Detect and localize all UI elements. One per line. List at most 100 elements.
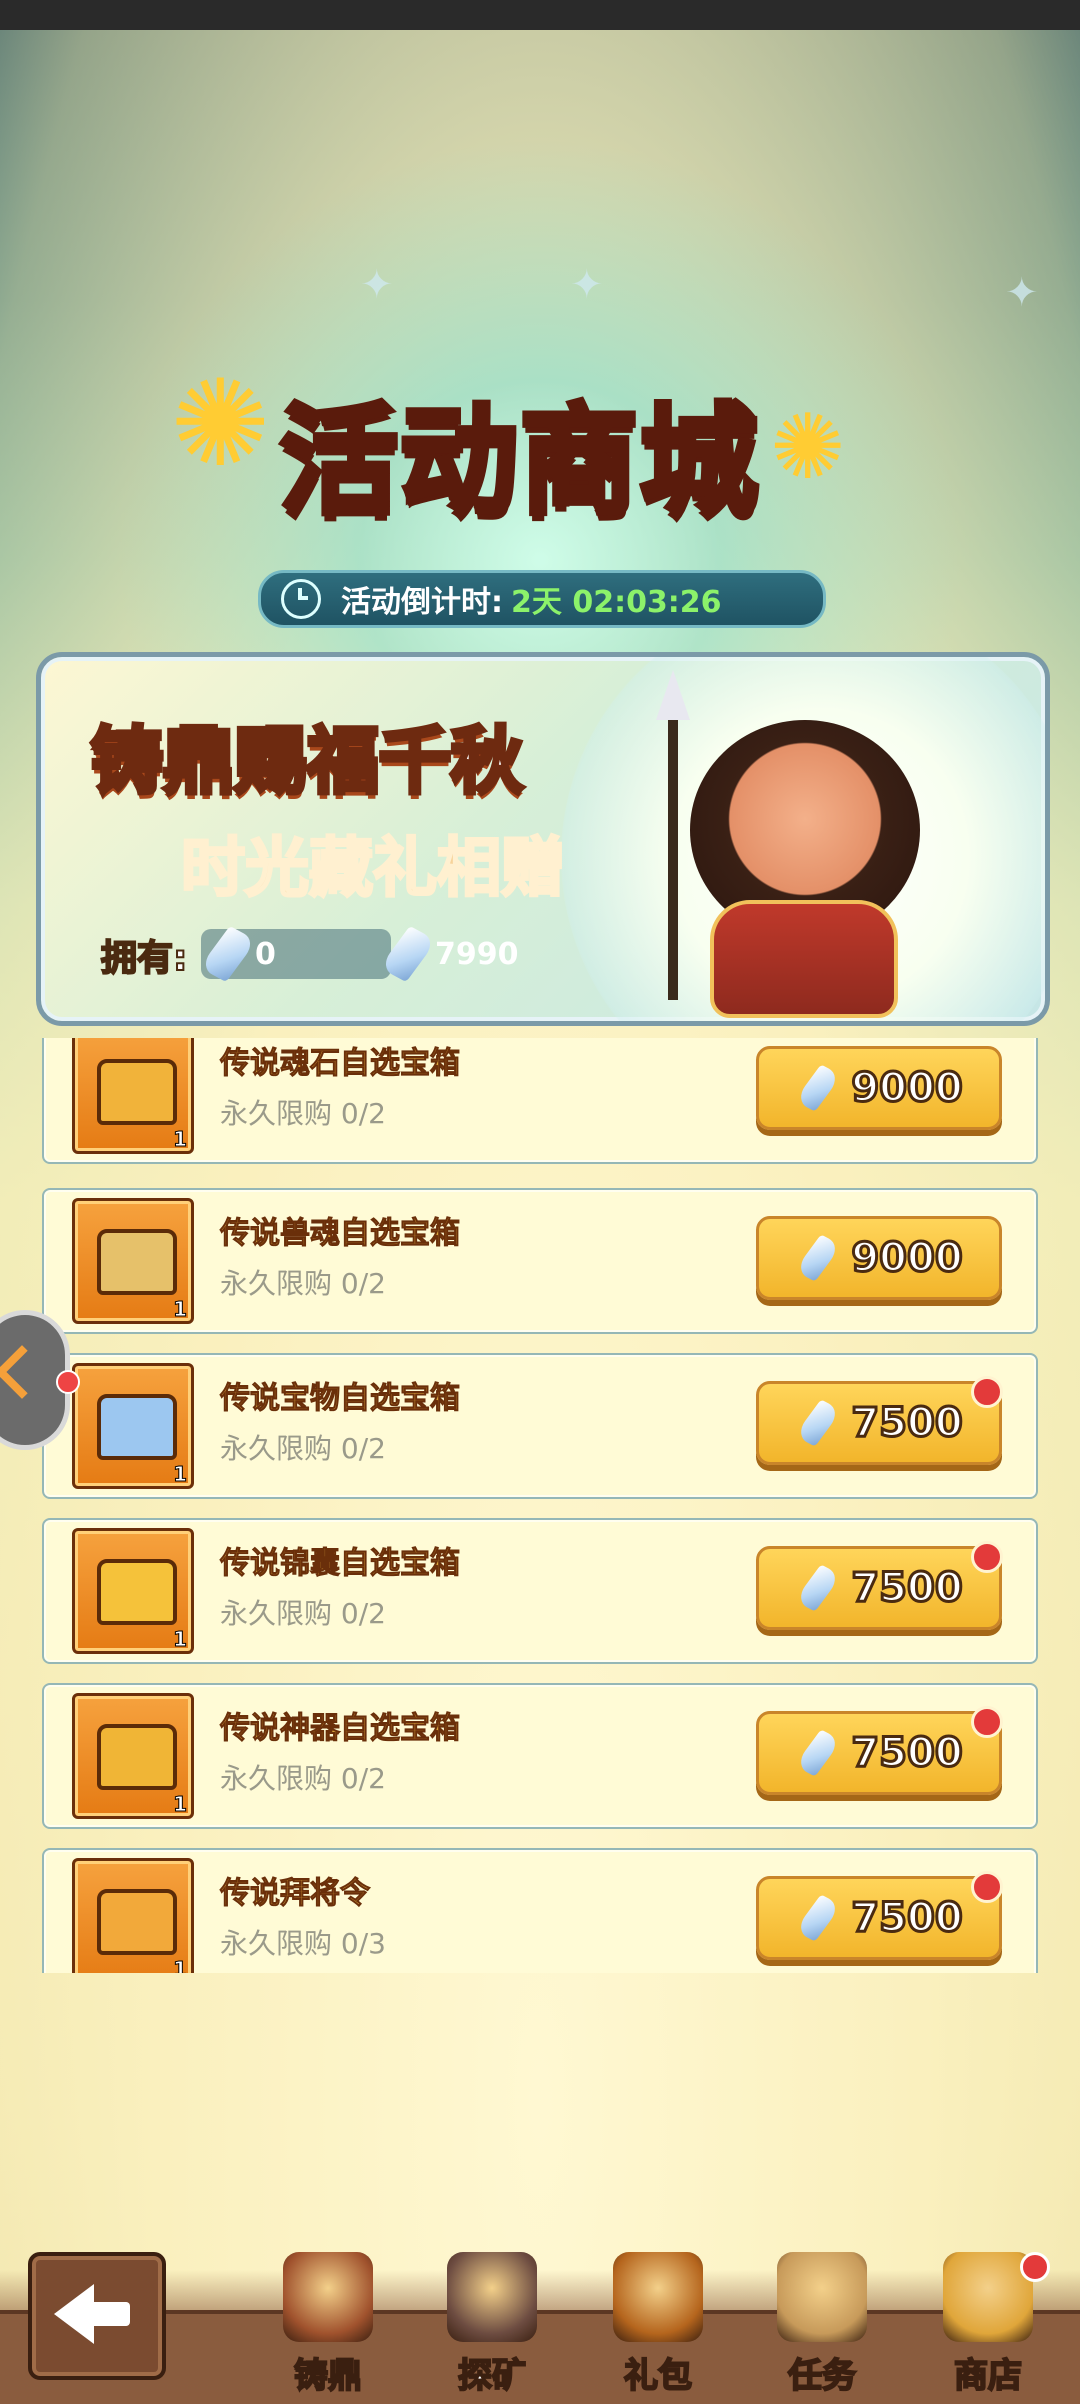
task-scroll-icon: [777, 2252, 867, 2342]
tab-label: 商店: [953, 2355, 1023, 2397]
back-arrow-bar: [90, 2302, 130, 2326]
tab-gift-bag[interactable]: 礼包: [588, 2240, 728, 2400]
firework-icon: ✺: [770, 395, 846, 500]
item-quantity: 1: [173, 1462, 188, 1487]
item-quantity: 1: [173, 1297, 188, 1322]
tab-label: 任务: [787, 2355, 857, 2397]
shop-item-card[interactable]: 1 传说魂石自选宝箱 永久限购 0/2 9000: [42, 1038, 1038, 1164]
feather-crystal-icon: [794, 1894, 842, 1942]
shop-item-card[interactable]: 1 传说拜将令永久限购 0/3 7500: [42, 1848, 1038, 1973]
notification-dot: [971, 1376, 1003, 1408]
item-name: 传说神器自选宝箱: [220, 1711, 461, 1747]
treasure-chest-icon: [97, 1889, 177, 1955]
page-title: 活动商城: [277, 389, 761, 533]
spear-tip-icon: [656, 670, 690, 720]
treasure-chest-icon: [97, 1724, 177, 1790]
item-quantity: 1: [173, 1627, 188, 1652]
buy-button[interactable]: 7500: [756, 1541, 1003, 1630]
buy-button[interactable]: 9000: [756, 1046, 1002, 1130]
status-bar: [0, 0, 1080, 30]
item-purchase-limit: 永久限购 0/2: [220, 1432, 386, 1465]
item-purchase-limit: 永久限购 0/2: [220, 1267, 386, 1300]
item-name: 传说拜将令: [220, 1876, 371, 1912]
cauldron-icon: [283, 2252, 373, 2342]
side-notification-dot: [56, 1370, 80, 1394]
currency-2-pill: 7990: [379, 925, 541, 983]
countdown-bar: 活动倒计时: 2天 02:03:26: [258, 570, 826, 628]
item-quantity: 1: [173, 1127, 188, 1152]
notification-dot: [971, 1706, 1003, 1738]
banner-subtitle: 时光藏礼相赠: [180, 831, 567, 908]
buy-button[interactable]: 7500: [756, 1706, 1003, 1795]
item-icon[interactable]: 1: [72, 1198, 194, 1324]
item-quantity: 1: [173, 1957, 188, 1974]
countdown-value: 2天 02:03:26: [511, 585, 722, 620]
sparkle-icon: ✦: [570, 262, 604, 308]
clock-icon: [281, 579, 321, 619]
banner-title: 铸鼎赐福千秋: [88, 717, 525, 806]
item-price: 7500: [850, 1894, 964, 1943]
item-price: 7500: [850, 1399, 964, 1448]
shop-item-card[interactable]: 1 传说锦囊自选宝箱 永久限购 0/2 7500: [42, 1518, 1038, 1664]
feather-crystal-icon: [794, 1399, 842, 1447]
notification-dot: [971, 1541, 1003, 1573]
treasure-chest-icon: [97, 1059, 177, 1125]
tab-shop[interactable]: 商店: [918, 2240, 1058, 2400]
shop-item-list[interactable]: 1 传说魂石自选宝箱 永久限购 0/2 9000 1 传说兽魂自选宝箱 永久限购 0/2 90…: [40, 1038, 1040, 1973]
hero-armor: [710, 900, 898, 1018]
item-price: 9000: [850, 1064, 964, 1113]
shop-item-card[interactable]: 1 传说神器自选宝箱 永久限购 0/2 7500: [42, 1683, 1038, 1829]
firework-icon: ✺: [170, 355, 271, 494]
item-purchase-limit: 永久限购 0/2: [220, 1097, 386, 1130]
currency-1-pill: 0: [199, 925, 391, 983]
tab-label: 探矿: [457, 2355, 527, 2397]
item-price: 9000: [850, 1234, 964, 1283]
sparkle-icon: ✦: [1005, 270, 1039, 316]
tab-pickaxe[interactable]: 探矿: [422, 2240, 562, 2400]
item-icon[interactable]: 1: [72, 1858, 194, 1973]
owned-label: 拥有:: [100, 937, 188, 980]
notification-dot: [971, 1871, 1003, 1903]
feather-crystal-icon: [794, 1064, 842, 1112]
tab-label: 礼包: [623, 2355, 693, 2397]
item-icon[interactable]: 1: [72, 1528, 194, 1654]
tab-task-scroll[interactable]: 任务: [752, 2240, 892, 2400]
currency-2-amount: 7990: [435, 936, 519, 972]
item-purchase-limit: 永久限购 0/3: [220, 1927, 386, 1960]
gift-bag-icon: [613, 2252, 703, 2342]
treasure-chest-icon: [97, 1229, 177, 1295]
pickaxe-icon: [447, 2252, 537, 2342]
item-name: 传说宝物自选宝箱: [220, 1381, 461, 1417]
back-arrow-icon: [54, 2284, 94, 2344]
buy-button[interactable]: 7500: [756, 1871, 1003, 1960]
buy-button[interactable]: 9000: [756, 1216, 1002, 1300]
item-name: 传说锦囊自选宝箱: [220, 1546, 461, 1582]
notification-dot: [1020, 2252, 1050, 2282]
item-icon[interactable]: 1: [72, 1693, 194, 1819]
shop-item-card[interactable]: 1 传说兽魂自选宝箱 永久限购 0/2 9000: [42, 1188, 1038, 1334]
item-purchase-limit: 永久限购 0/2: [220, 1597, 386, 1630]
feather-crystal-icon: [794, 1234, 842, 1282]
back-button[interactable]: [28, 2252, 166, 2380]
treasure-chest-icon: [97, 1394, 177, 1460]
item-purchase-limit: 永久限购 0/2: [220, 1762, 386, 1795]
feather-crystal-icon: [379, 925, 437, 983]
item-icon[interactable]: 1: [72, 1363, 194, 1489]
buy-button[interactable]: 7500: [756, 1376, 1003, 1465]
tab-cauldron[interactable]: 铸鼎: [258, 2240, 398, 2400]
sparkle-icon: ✦: [360, 262, 394, 308]
item-price: 7500: [850, 1729, 964, 1778]
item-price: 7500: [850, 1564, 964, 1613]
treasure-chest-icon: [97, 1559, 177, 1625]
countdown-label: 活动倒计时:: [341, 585, 503, 620]
crystal-icon: [199, 925, 257, 983]
feather-crystal-icon: [794, 1564, 842, 1612]
item-name: 传说兽魂自选宝箱: [220, 1216, 461, 1252]
title-area: ✺ ✺ 活动商城: [170, 355, 900, 545]
tab-label: 铸鼎: [293, 2355, 363, 2397]
hero-character: [650, 660, 950, 1020]
spear-shaft: [668, 700, 678, 1000]
item-icon[interactable]: 1: [72, 1038, 194, 1154]
item-quantity: 1: [173, 1792, 188, 1817]
shop-item-card[interactable]: 1 传说宝物自选宝箱 永久限购 0/2 7500: [42, 1353, 1038, 1499]
